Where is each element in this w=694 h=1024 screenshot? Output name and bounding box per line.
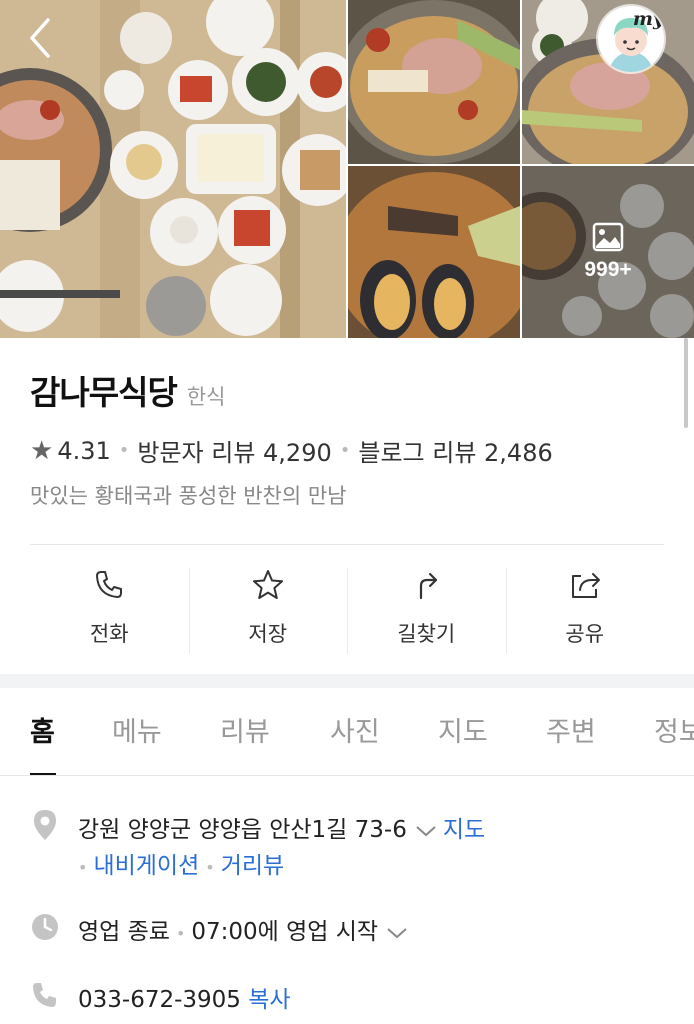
action-bar: 전화 저장 길찾기 공유 bbox=[30, 566, 664, 662]
separator-dot: • bbox=[78, 858, 88, 877]
tab-info[interactable]: 정보 bbox=[654, 710, 694, 749]
rating-star-icon: ★ bbox=[30, 435, 54, 466]
hours-status: 영업 종료 bbox=[78, 919, 170, 945]
separator-dot: • bbox=[205, 858, 215, 877]
directions-button[interactable]: 길찾기 bbox=[347, 566, 506, 662]
chevron-left-icon bbox=[30, 18, 50, 58]
phone-icon bbox=[96, 571, 123, 598]
tab-photos[interactable]: 사진 bbox=[330, 710, 380, 749]
tab-map[interactable]: 지도 bbox=[438, 710, 488, 749]
tab-bar: 홈 메뉴 리뷰 사진 지도 주변 정보 bbox=[0, 688, 694, 776]
place-category: 한식 bbox=[186, 385, 226, 409]
visitor-review-link[interactable]: 방문자 리뷰 4,290 bbox=[137, 433, 331, 468]
navigation-link[interactable]: 내비게이션 bbox=[93, 853, 199, 879]
scrollbar[interactable] bbox=[684, 338, 688, 428]
hours-next-open: 07:00에 영업 시작 bbox=[191, 919, 379, 945]
photo-thumbnail[interactable] bbox=[348, 0, 520, 164]
star-icon bbox=[252, 570, 283, 599]
photo-thumbnail[interactable] bbox=[348, 166, 520, 338]
separator-dot: • bbox=[175, 924, 186, 943]
back-button[interactable] bbox=[22, 16, 62, 60]
chevron-down-icon[interactable] bbox=[386, 926, 408, 940]
directions-label: 길찾기 bbox=[397, 622, 456, 646]
photo-count: 999+ bbox=[584, 258, 632, 281]
blog-review-link[interactable]: 블로그 리뷰 2,486 bbox=[358, 433, 552, 468]
share-icon bbox=[571, 573, 600, 598]
street-view-link[interactable]: 거리뷰 bbox=[221, 853, 284, 879]
phone-row: 033-672-3905 복사 bbox=[78, 980, 291, 1014]
divider bbox=[30, 544, 664, 545]
clock-icon bbox=[32, 914, 58, 940]
photo-gallery[interactable]: 999+ my bbox=[0, 0, 694, 338]
call-button[interactable]: 전화 bbox=[30, 566, 189, 662]
call-label: 전화 bbox=[89, 622, 129, 646]
tab-nearby[interactable]: 주변 bbox=[546, 710, 596, 749]
chevron-down-icon[interactable] bbox=[415, 824, 437, 838]
my-profile-button[interactable]: my bbox=[598, 6, 664, 72]
directions-icon bbox=[420, 572, 438, 600]
place-tagline: 맛있는 황태국과 풍성한 반찬의 만남 bbox=[30, 484, 347, 508]
separator-dot: • bbox=[118, 440, 130, 461]
address-row: 강원 양양군 양양읍 안산1길 73-6 지도 bbox=[78, 810, 485, 844]
address-links-row: • 내비게이션 • 거리뷰 bbox=[78, 846, 284, 880]
share-button[interactable]: 공유 bbox=[505, 566, 665, 662]
phone-icon bbox=[33, 983, 56, 1007]
tab-home[interactable]: 홈 bbox=[30, 710, 55, 749]
phone-number[interactable]: 033-672-3905 bbox=[78, 987, 241, 1013]
location-pin-icon bbox=[34, 810, 56, 840]
place-stats: ★ 4.31 • 방문자 리뷰 4,290 • 블로그 리뷰 2,486 bbox=[30, 433, 553, 468]
tab-reviews[interactable]: 리뷰 bbox=[220, 710, 270, 749]
rating-value: 4.31 bbox=[57, 436, 111, 465]
tab-menu[interactable]: 메뉴 bbox=[112, 710, 162, 749]
address-text: 강원 양양군 양양읍 안산1길 73-6 bbox=[78, 817, 407, 843]
place-name: 감나무식당 bbox=[30, 373, 178, 412]
section-separator bbox=[0, 674, 694, 688]
save-button[interactable]: 저장 bbox=[188, 566, 348, 662]
save-label: 저장 bbox=[248, 622, 288, 646]
my-label: my bbox=[632, 8, 664, 30]
active-tab-indicator bbox=[30, 773, 56, 775]
image-icon bbox=[592, 222, 624, 252]
separator-dot: • bbox=[339, 440, 351, 461]
copy-phone-link[interactable]: 복사 bbox=[248, 987, 290, 1013]
photo-more-button[interactable]: 999+ bbox=[522, 166, 694, 338]
map-link[interactable]: 지도 bbox=[443, 817, 485, 843]
hours-row[interactable]: 영업 종료 • 07:00에 영업 시작 bbox=[78, 912, 414, 946]
share-label: 공유 bbox=[565, 622, 605, 646]
place-title-row: 감나무식당 한식 bbox=[30, 366, 225, 414]
